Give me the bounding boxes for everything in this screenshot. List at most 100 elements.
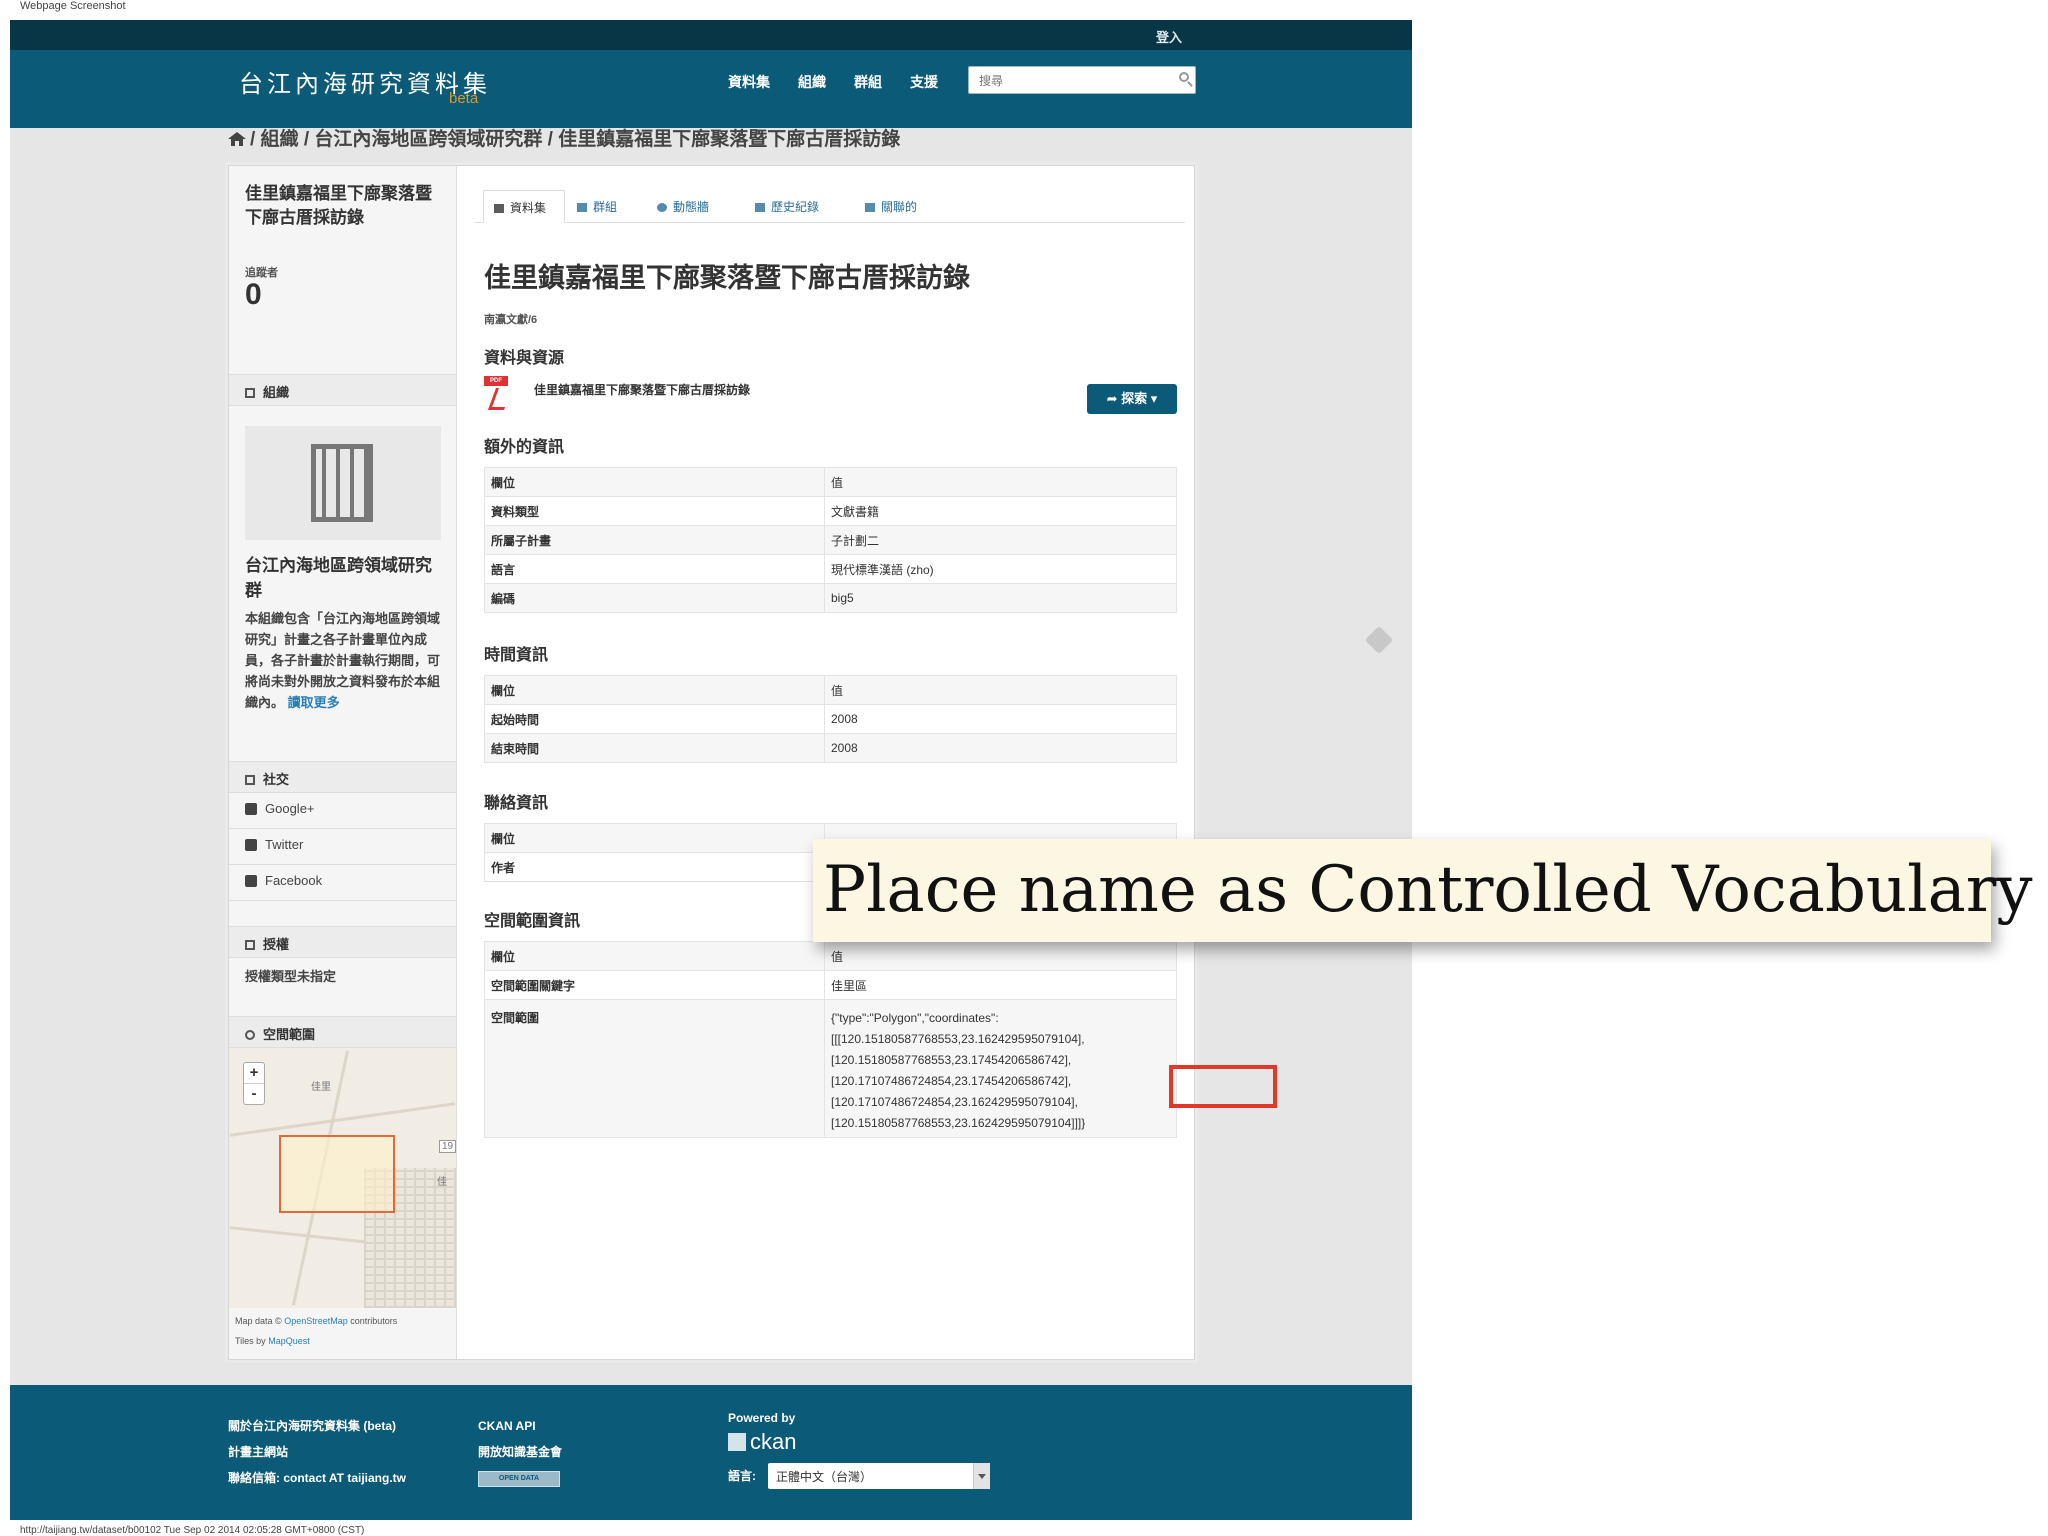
social-facebook[interactable]: Facebook (229, 865, 456, 901)
table-row: 資料類型 文獻書籍 (484, 496, 1177, 526)
tab-datasets[interactable]: 資料集 (483, 190, 565, 223)
org-heading: 組織 (229, 374, 456, 406)
table-cell-value: 值 (824, 675, 1177, 705)
org-name[interactable]: 台江內海地區跨領域研究群 (245, 553, 445, 603)
tab-history[interactable]: 歷史紀錄 (745, 190, 829, 222)
powered-by-label: Powered by (728, 1411, 796, 1425)
status-bar-url: http://taijiang.tw/dataset/b00102 Tue Se… (20, 1525, 365, 1536)
attr-text: contributors (350, 1316, 398, 1326)
site-footer: 關於台江內海研究資料集 (beta) 計畫主網站 聯絡信箱: contact A… (10, 1385, 1412, 1520)
time-info-heading: 時間資訊 (484, 647, 549, 664)
social-twitter[interactable]: Twitter (229, 829, 456, 865)
spatial-info-table: 欄位值 空間範圍關鍵字 佳里區 空間範圍 {"type":"Polygon","c… (484, 941, 1177, 1138)
explore-button[interactable]: ➦ 探索 ▾ (1087, 384, 1177, 414)
annotation-callout: Place name as Controlled Vocabulary (813, 839, 2033, 942)
footer-contact: 聯絡信箱: contact AT taijiang.tw (228, 1471, 407, 1485)
facebook-icon (245, 875, 257, 887)
table-row: 欄位值 (484, 941, 1177, 971)
branch-icon (755, 203, 765, 212)
nav-support[interactable]: 支援 (910, 72, 938, 92)
masthead: 台江內海研究資料集 beta 資料集 組織 群組 支援 (10, 50, 1412, 128)
zoom-out-button[interactable]: - (244, 1084, 264, 1104)
social-label: Facebook (265, 873, 323, 888)
spatial-extent-value: {"type":"Polygon","coordinates": [[[120.… (824, 999, 1177, 1138)
home-icon[interactable] (228, 132, 246, 146)
ckan-logo[interactable]: ckan (728, 1429, 796, 1455)
social-heading: 社交 (229, 761, 456, 793)
map-label: 佳 (437, 1177, 447, 1188)
twitter-icon (245, 839, 257, 851)
spatial-heading-label: 空間範圍 (263, 1027, 316, 1042)
highlight-box (1169, 1065, 1277, 1108)
nav-groups[interactable]: 群組 (854, 72, 882, 92)
nav-organizations[interactable]: 組織 (798, 72, 826, 92)
share-icon (245, 775, 255, 785)
dataset-tabs: 資料集 群組 動態牆 歷史紀錄 關聯的 (475, 182, 1185, 223)
tab-label: 歷史紀錄 (771, 200, 820, 214)
tab-groups[interactable]: 群組 (567, 190, 627, 222)
tab-related[interactable]: 關聯的 (855, 190, 927, 222)
spatial-map[interactable]: + - 佳里 19 佳 (229, 1048, 456, 1308)
footer-about-link[interactable]: 關於台江內海研究資料集 (beta) (228, 1413, 406, 1439)
table-cell-value: 值 (824, 467, 1177, 497)
breadcrumb: / 組織 / 台江內海地區跨領域研究群 / 佳里鎮嘉福里下廍聚落暨下廍古厝採訪錄 (228, 124, 900, 151)
breadcrumb-path[interactable]: / 組織 / 台江內海地區跨領域研究群 / 佳里鎮嘉福里下廍聚落暨下廍古厝採訪錄 (250, 129, 900, 150)
capture-label: Webpage Screenshot (20, 0, 126, 12)
zoom-in-button[interactable]: + (244, 1063, 264, 1084)
table-cell-key: 資料類型 (484, 496, 825, 526)
google-plus-icon (245, 803, 257, 815)
tiles-attribution: Tiles by MapQuest (235, 1336, 310, 1346)
resources-heading: 資料與資源 (484, 350, 565, 367)
table-row: 起始時間 2008 (484, 704, 1177, 734)
table-cell-key: 起始時間 (484, 704, 825, 734)
resource-name[interactable]: 佳里鎮嘉福里下廍聚落暨下廍古厝採訪錄 (534, 381, 750, 398)
table-row: 欄位值 (484, 675, 1177, 705)
attr-text: Tiles by (235, 1336, 266, 1346)
table-cell-key: 作者 (484, 852, 825, 882)
map-attribution: Map data © OpenStreetMap contributors (235, 1316, 397, 1326)
geojson-line: [[[120.15180587768553,23.162429595079104… (831, 1032, 1085, 1046)
lock-icon (245, 940, 255, 950)
scroll-arrow-icon[interactable] (1364, 625, 1394, 655)
org-description: 本組織包含「台江內海地區跨領域研究」計畫之各子計畫單位內成員，各子計畫於計畫執行… (245, 608, 445, 713)
read-more-link[interactable]: 讀取更多 (288, 695, 340, 710)
site-logo[interactable]: 台江內海研究資料集 beta (239, 64, 491, 107)
social-google-plus[interactable]: Google+ (229, 793, 456, 829)
table-row: 空間範圍關鍵字 佳里區 (484, 970, 1177, 1000)
osm-link[interactable]: OpenStreetMap (284, 1316, 348, 1326)
table-cell-value: 現代標準漢語 (zho) (824, 554, 1177, 584)
table-cell-key: 所屬子計畫 (484, 525, 825, 555)
map-zoom-control: + - (243, 1062, 265, 1105)
tab-activity[interactable]: 動態牆 (647, 190, 719, 222)
time-info-table: 欄位值 起始時間 2008 結束時間 2008 (484, 675, 1177, 763)
table-cell-value: 佳里區 (824, 970, 1177, 1000)
footer-col-api: CKAN API 開放知識基金會 OPEN DATA (478, 1413, 562, 1491)
table-cell-value: big5 (824, 583, 1177, 613)
org-heading-label: 組織 (263, 385, 290, 400)
social-label: Google+ (265, 801, 315, 816)
table-row: 空間範圍 {"type":"Polygon","coordinates": [[… (484, 999, 1177, 1138)
tab-label: 動態牆 (673, 200, 710, 214)
org-desc-text: 本組織包含「台江內海地區跨領域研究」計畫之各子計畫單位內成員，各子計畫於計畫執行… (245, 611, 441, 710)
table-row: 語言 現代標準漢語 (zho) (484, 554, 1177, 584)
social-heading-label: 社交 (263, 772, 290, 787)
org-image[interactable] (245, 426, 441, 540)
login-link[interactable]: 登入 (1156, 27, 1182, 46)
search-box (968, 66, 1196, 94)
footer-okf-link[interactable]: 開放知識基金會 (478, 1439, 562, 1465)
spatial-info-heading: 空間範圍資訊 (484, 913, 581, 930)
language-select[interactable]: 正體中文（台灣） (768, 1463, 990, 1489)
table-cell-value: 子計劃二 (824, 525, 1177, 555)
sidebar: 佳里鎮嘉福里下廍聚落暨下廍古厝採訪錄 追蹤者 0 組織 台江內海地區跨領域研究群… (229, 166, 457, 1359)
search-input[interactable] (977, 68, 1171, 94)
open-data-badge[interactable]: OPEN DATA (478, 1470, 560, 1487)
followers-count: 0 (245, 278, 262, 311)
footer-project-link[interactable]: 計畫主網站 (228, 1439, 406, 1465)
pdf-icon: PDF (484, 376, 516, 412)
footer-ckan-api-link[interactable]: CKAN API (478, 1413, 562, 1439)
dataset-title: 佳里鎮嘉福里下廍聚落暨下廍古厝採訪錄 (484, 263, 970, 293)
search-icon[interactable] (1179, 72, 1189, 82)
language-value: 正體中文（台灣） (776, 1470, 873, 1484)
nav-datasets[interactable]: 資料集 (728, 72, 770, 92)
mapquest-link[interactable]: MapQuest (268, 1336, 310, 1346)
